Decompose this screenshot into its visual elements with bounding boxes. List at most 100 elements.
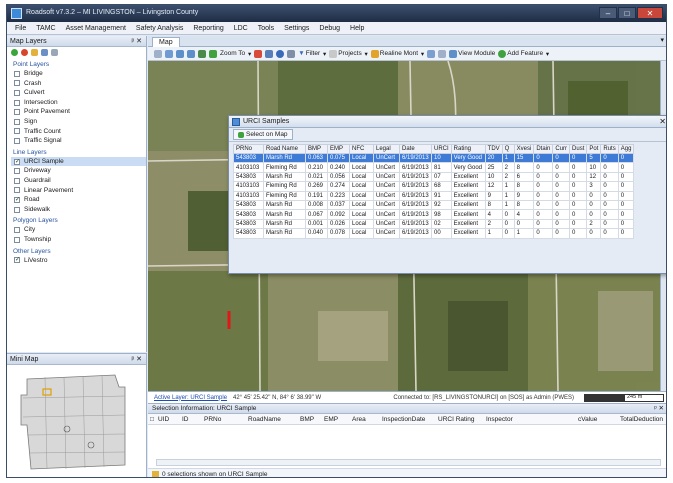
panel-pin-close-icon[interactable]: ᵖ ✕ xyxy=(132,354,142,365)
layer-checkbox[interactable] xyxy=(14,236,20,243)
layer-urci-sample[interactable]: ✓ URCI Sample xyxy=(11,156,146,167)
column-header[interactable]: URCI xyxy=(431,144,452,154)
tab-map[interactable]: Map xyxy=(152,37,180,47)
table-row[interactable]: 543803 Marsh Rd 0.021 0.056 Local UnCert 6/19/… xyxy=(233,171,635,183)
menu-help[interactable]: Help xyxy=(345,25,369,32)
layer-checkbox-checked[interactable]: ✓ xyxy=(14,257,20,264)
column-header[interactable]: Area xyxy=(352,416,382,423)
column-header[interactable]: Dtain xyxy=(533,144,554,154)
binoculars-icon[interactable] xyxy=(287,49,296,58)
table-row[interactable]: 4103103 Fleming Rd 0.191 0.223 Local UnCert 6/… xyxy=(233,190,635,201)
select-icon[interactable] xyxy=(198,49,206,58)
identify-icon[interactable] xyxy=(209,49,217,58)
panel-pin-close-icon[interactable]: ᵖ ✕ xyxy=(132,36,142,47)
column-header[interactable]: TDV xyxy=(484,144,503,154)
layer-checkbox[interactable] xyxy=(14,177,20,184)
zoom-to-button[interactable]: Zoom To ▾ xyxy=(220,50,251,58)
pan-icon[interactable] xyxy=(154,49,162,58)
grid-icon[interactable] xyxy=(427,49,436,58)
layer-menu-icon[interactable] xyxy=(51,49,58,56)
select-on-map-button[interactable]: Select on Map xyxy=(233,129,293,140)
layer-point-pavement[interactable]: Point Pavement xyxy=(11,107,146,117)
layer-checkbox[interactable] xyxy=(14,99,20,106)
layer-bridge[interactable]: Bridge xyxy=(11,69,146,79)
realign-button[interactable]: Realine Mont ▾ xyxy=(370,49,424,58)
column-header[interactable]: RoadName xyxy=(248,416,300,423)
layer-checkbox[interactable] xyxy=(14,89,20,96)
layer-intersection[interactable]: Intersection xyxy=(11,98,146,108)
column-header[interactable]: Inspector xyxy=(486,416,578,423)
layer-checkbox-checked[interactable]: ✓ xyxy=(14,196,20,203)
print-icon[interactable] xyxy=(265,49,274,58)
menu-reporting[interactable]: Reporting xyxy=(188,25,228,32)
column-header[interactable]: Road Name xyxy=(263,144,306,154)
layer-checkbox[interactable] xyxy=(14,80,20,87)
table-row[interactable]: 4103103 Fleming Rd 0.210 0.240 Local UnCert 6/… xyxy=(233,162,635,173)
menu-tamc[interactable]: TAMC xyxy=(31,25,60,32)
table-row[interactable]: 543803 Marsh Rd 0.063 0.075 Local UnCert 6/19/… xyxy=(233,152,635,164)
layer-remove-icon[interactable] xyxy=(21,49,28,56)
layer-checkbox[interactable] xyxy=(14,206,20,213)
table-icon[interactable] xyxy=(438,49,447,58)
column-header[interactable]: Date xyxy=(399,144,432,154)
layer-checkbox[interactable] xyxy=(14,137,20,144)
menu-tools[interactable]: Tools xyxy=(253,25,279,32)
layer-linear-pavement[interactable]: Linear Pavement xyxy=(11,186,146,196)
layer-sidewalk[interactable]: Sidewalk xyxy=(11,205,146,215)
close-icon[interactable]: ✕ xyxy=(659,116,666,128)
layer-traffic-signal[interactable]: Traffic Signal xyxy=(11,136,146,146)
column-header[interactable]: Curr xyxy=(552,144,571,154)
table-row[interactable]: 543803 Marsh Rd 0.040 0.078 Local UnCert 6/19/… xyxy=(233,228,635,239)
minimize-button[interactable]: – xyxy=(599,7,617,19)
info-icon[interactable] xyxy=(276,49,285,58)
layer-checkbox[interactable] xyxy=(14,128,20,135)
panel-pin-close-icon[interactable]: ᵖ ✕ xyxy=(654,404,664,414)
column-header[interactable]: TotalDeduction xyxy=(620,416,664,423)
active-layer-link[interactable]: Active Layer: URCI Sample xyxy=(154,395,227,401)
zoom-out-icon[interactable] xyxy=(187,49,195,58)
menu-safety-analysis[interactable]: Safety Analysis xyxy=(131,25,188,32)
column-header[interactable]: NFC xyxy=(349,144,374,154)
column-header[interactable]: UID xyxy=(158,416,182,423)
layer-folder-icon[interactable] xyxy=(31,49,38,56)
menu-settings[interactable]: Settings xyxy=(279,25,314,32)
layer-culvert[interactable]: Culvert xyxy=(11,88,146,98)
column-header[interactable]: Xvesi xyxy=(513,144,535,154)
group-line-layers[interactable]: Line Layers xyxy=(11,148,146,157)
layer-guardrail[interactable]: Guardrail xyxy=(11,176,146,186)
column-header[interactable]: Rating xyxy=(450,144,486,154)
layer-livestro[interactable]: ✓ LiVestro xyxy=(11,256,146,266)
menu-file[interactable]: File xyxy=(10,25,31,32)
selection-horizontal-scrollbar[interactable] xyxy=(156,459,661,466)
view-module-button[interactable]: View Module xyxy=(449,49,495,58)
table-row[interactable]: 543803 Marsh Rd 0.008 0.037 Local UnCert 6/19/… xyxy=(233,199,635,211)
column-header[interactable]: EMP xyxy=(324,416,352,423)
column-header[interactable]: InspectionDate xyxy=(382,416,438,423)
layer-checkbox[interactable] xyxy=(14,70,20,77)
add-feature-button[interactable]: Add Feature ▾ xyxy=(498,49,549,58)
column-header[interactable]: BMP xyxy=(300,416,324,423)
close-button[interactable]: ✕ xyxy=(637,7,663,19)
tab-dropdown-icon[interactable]: ▾ xyxy=(660,36,664,44)
column-header[interactable]: URCI Rating xyxy=(438,416,486,423)
layer-properties-icon[interactable] xyxy=(41,49,48,56)
group-point-layers[interactable]: Point Layers xyxy=(11,60,146,69)
layer-checkbox[interactable] xyxy=(14,187,20,194)
layer-traffic-count[interactable]: Traffic Count xyxy=(11,127,146,137)
layer-checkbox-checked[interactable]: ✓ xyxy=(14,158,20,165)
mini-map-canvas[interactable] xyxy=(7,365,145,477)
group-other-layers[interactable]: Other Layers xyxy=(11,247,146,256)
urci-window-titlebar[interactable]: URCI Samples ✕ xyxy=(229,116,666,128)
column-header[interactable]: Ruts xyxy=(600,144,619,154)
column-header[interactable]: PRNo xyxy=(204,416,248,423)
group-polygon-layers[interactable]: Polygon Layers xyxy=(11,216,146,225)
zoom-in-icon[interactable] xyxy=(176,49,184,58)
layer-crash[interactable]: Crash xyxy=(11,79,146,89)
layer-checkbox[interactable] xyxy=(14,118,20,125)
menu-debug[interactable]: Debug xyxy=(314,25,345,32)
column-header[interactable]: PRNo xyxy=(233,144,264,154)
column-header[interactable]: Dust xyxy=(569,144,588,154)
clear-selection-icon[interactable] xyxy=(254,49,263,58)
column-header[interactable]: Agg xyxy=(617,144,635,154)
layer-add-icon[interactable] xyxy=(11,49,18,56)
